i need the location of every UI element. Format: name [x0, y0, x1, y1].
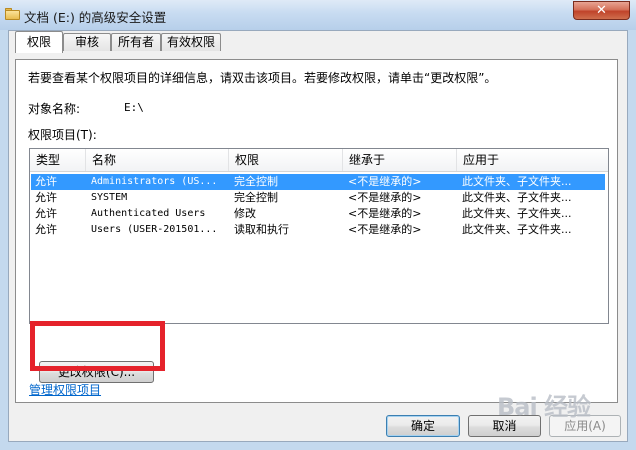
column-header-type[interactable]: 类型 — [30, 149, 86, 171]
cell-applies-to: 此文件夹、子文件夹... — [462, 223, 572, 236]
table-row[interactable]: 允许 Users (USER-201501... 读取和执行 <不是继承的> 此… — [31, 222, 605, 238]
folder-icon — [5, 8, 20, 20]
cell-name: SYSTEM — [91, 192, 128, 203]
ok-button[interactable]: 确定 — [386, 415, 460, 437]
cell-name: Users (USER-201501... — [91, 224, 218, 235]
cell-name: Authenticated Users — [91, 208, 206, 219]
tab-permissions[interactable]: 权限 — [15, 31, 63, 53]
permission-entries-list[interactable]: 类型 名称 权限 继承于 应用于 允许 Administrators (US..… — [29, 148, 609, 324]
window-title: 文档 (E:) 的高级安全设置 — [24, 10, 167, 25]
object-name-label: 对象名称: — [28, 102, 81, 116]
cell-inherited-from: <不是继承的> — [348, 223, 422, 236]
intro-text: 若要查看某个权限项目的详细信息，请双击该项目。若要修改权限，请单击“更改权限”。 — [28, 71, 497, 85]
cell-permission: 完全控制 — [234, 175, 278, 188]
cell-type: 允许 — [35, 175, 57, 188]
cell-inherited-from: <不是继承的> — [348, 191, 422, 204]
tab-owner[interactable]: 所有者 — [111, 33, 161, 51]
annotation-highlight-box — [30, 321, 165, 371]
column-header-permission[interactable]: 权限 — [229, 149, 343, 171]
cell-permission: 读取和执行 — [234, 223, 289, 236]
column-header-inherited-from[interactable]: 继承于 — [343, 149, 457, 171]
cell-permission: 完全控制 — [234, 191, 278, 204]
column-header-name[interactable]: 名称 — [86, 149, 229, 171]
cell-applies-to: 此文件夹、子文件夹... — [462, 175, 572, 188]
watermark-logo: Bai 经验 — [497, 393, 591, 421]
cell-type: 允许 — [35, 223, 57, 236]
cell-applies-to: 此文件夹、子文件夹... — [462, 191, 572, 204]
table-row[interactable]: 允许 Authenticated Users 修改 <不是继承的> 此文件夹、子… — [31, 206, 605, 222]
cell-name: Administrators (US... — [91, 176, 218, 187]
column-header-applies-to[interactable]: 应用于 — [457, 149, 608, 171]
permissions-panel: 若要查看某个权限项目的详细信息，请双击该项目。若要修改权限，请单击“更改权限”。… — [15, 59, 618, 403]
manage-permission-entries-link[interactable]: 管理权限项目 — [29, 381, 101, 398]
tab-auditing[interactable]: 审核 — [63, 33, 111, 51]
dialog-client-area: 权限 审核 所有者 有效权限 若要查看某个权限项目的详细信息，请双击该项目。若要… — [8, 30, 628, 442]
list-header: 类型 名称 权限 继承于 应用于 — [30, 149, 608, 172]
cell-permission: 修改 — [234, 207, 256, 220]
cell-type: 允许 — [35, 191, 57, 204]
table-row[interactable]: 允许 Administrators (US... 完全控制 <不是继承的> 此文… — [31, 174, 605, 190]
cell-type: 允许 — [35, 207, 57, 220]
tab-effective-permissions[interactable]: 有效权限 — [161, 33, 221, 51]
object-name-value: E:\ — [124, 101, 144, 114]
cell-applies-to: 此文件夹、子文件夹... — [462, 207, 572, 220]
table-row[interactable]: 允许 SYSTEM 完全控制 <不是继承的> 此文件夹、子文件夹... — [31, 190, 605, 206]
title-bar: 文档 (E:) 的高级安全设置 ✕ — [0, 0, 636, 30]
permission-entries-label: 权限项目(T): — [28, 128, 97, 142]
cell-inherited-from: <不是继承的> — [348, 207, 422, 220]
cell-inherited-from: <不是继承的> — [348, 175, 422, 188]
close-button[interactable]: ✕ — [573, 1, 630, 20]
